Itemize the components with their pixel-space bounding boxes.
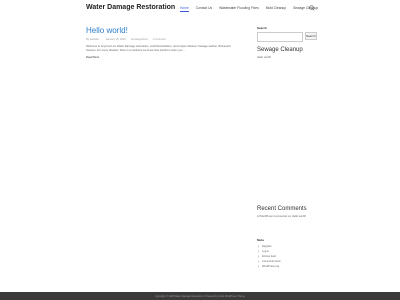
chevron-right-icon: [257, 265, 260, 268]
read-more-link[interactable]: Read More: [86, 56, 246, 59]
meta-item-wordpress-org[interactable]: WordPress.org: [257, 264, 317, 269]
post-date: January 15, 2023: [105, 38, 126, 41]
footer-copyright: Copyright © 2023 Water Damage Restoratio…: [155, 294, 245, 298]
chevron-right-icon: [257, 245, 260, 248]
recent-comments-title: Recent Comments: [257, 206, 307, 212]
search-form: Search: [257, 32, 317, 42]
search-icon[interactable]: [309, 5, 315, 11]
widget-link[interactable]: Hello world!: [257, 56, 315, 59]
post-comments-link[interactable]: 1 Comment: [153, 38, 166, 41]
nav-item-contact-us[interactable]: Contact Us: [196, 6, 212, 10]
search-label: Search: [257, 26, 268, 30]
site-title[interactable]: Water Damage Restoration: [86, 4, 175, 11]
post-author[interactable]: By website...: [86, 38, 101, 41]
recent-comment-item[interactable]: A WordPress Commenter on Hello world!: [257, 215, 317, 219]
nav-item-wastewater-flooding-fixes[interactable]: Wastewater Flooding Fixes: [219, 6, 259, 10]
main-nav: Home Contact Us Wastewater Flooding Fixe…: [180, 6, 318, 12]
chevron-right-icon: [257, 255, 260, 258]
search-input[interactable]: [257, 32, 303, 42]
meta-widget: Meta Register Log in Entries feed Commen…: [257, 238, 317, 269]
meta-list: Register Log in Entries feed Comments fe…: [257, 244, 317, 269]
blog-post: Hello world! By website... January 15, 2…: [86, 26, 246, 59]
chevron-right-icon: [257, 260, 260, 263]
search-button[interactable]: Search: [305, 32, 317, 40]
meta-item-label: WordPress.org: [262, 265, 280, 268]
nav-item-home[interactable]: Home: [180, 6, 189, 12]
post-category[interactable]: Uncategorized: [131, 38, 148, 41]
widget-title: Sewage Cleanup: [257, 47, 303, 53]
post-excerpt: Welcome to Anytrust LLC Water Damage res…: [86, 45, 231, 52]
chevron-right-icon: [257, 250, 260, 253]
site-footer: Copyright © 2023 Water Damage Restoratio…: [0, 292, 400, 300]
recent-comments-widget: Recent Comments A WordPress Commenter on…: [257, 206, 317, 219]
nav-item-mold-cleanup[interactable]: Mold Cleanup: [266, 6, 286, 10]
site-header: Water Damage Restoration Home Contact Us…: [0, 0, 400, 20]
meta-item-label: Comments feed: [262, 260, 281, 263]
sidebar: Search Search Sewage Cleanup Hello world…: [257, 26, 317, 59]
post-title[interactable]: Hello world!: [86, 26, 246, 35]
meta-title: Meta: [257, 238, 264, 242]
meta-item-label: Register: [262, 245, 272, 248]
meta-item-label: Log in: [262, 250, 270, 253]
post-meta: By website... January 15, 2023 Uncategor…: [86, 38, 246, 41]
meta-item-label: Entries feed: [262, 255, 276, 258]
